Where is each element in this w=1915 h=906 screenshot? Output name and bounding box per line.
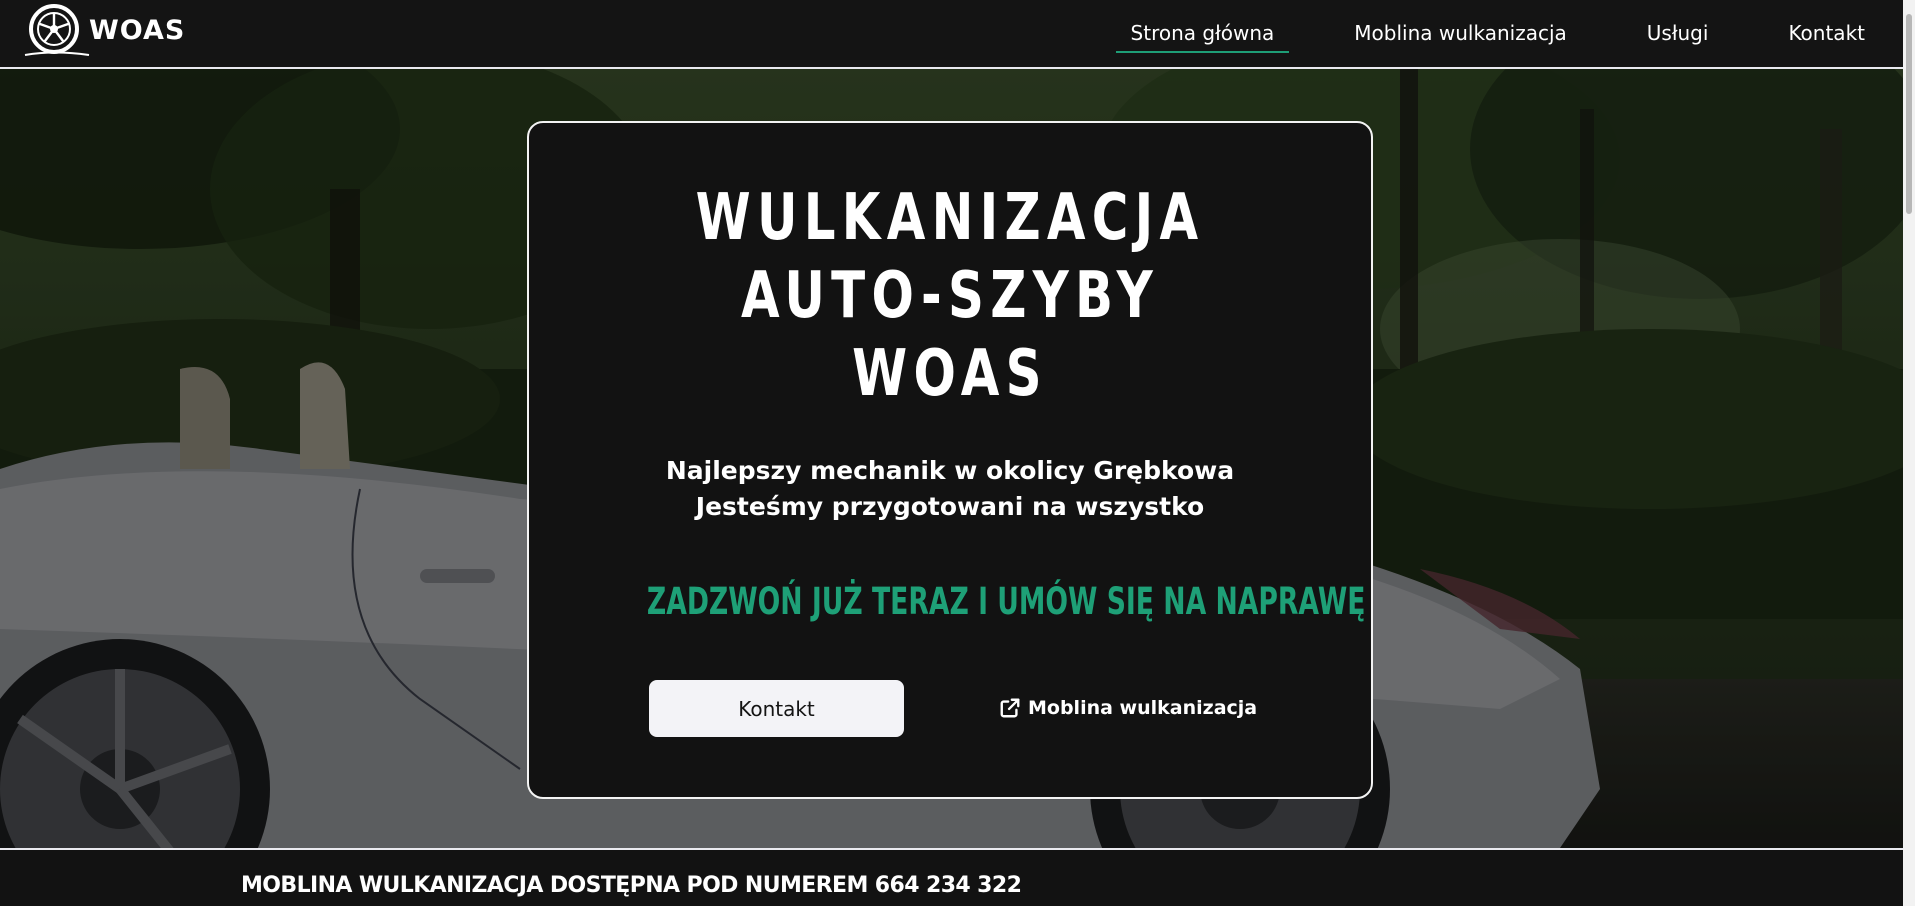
logo-text: WOAS — [89, 14, 186, 46]
external-link-icon — [1000, 698, 1020, 718]
page-scrollbar[interactable] — [1903, 0, 1915, 906]
nav-link-mobile-tire-service[interactable]: Moblina wulkanizacja — [1354, 0, 1566, 66]
logo-link[interactable]: WOAS — [21, 2, 185, 58]
scrollbar-thumb[interactable] — [1906, 14, 1912, 214]
hero-title-line: WULKANIZACJA — [695, 181, 1205, 255]
hero-title-line: WOAS — [852, 337, 1048, 411]
hero-title: WULKANIZACJA AUTO-SZYBY WOAS — [622, 179, 1279, 413]
hero-subtitle-line: Najlepszy mechanik w okolicy Grębkowa — [665, 456, 1235, 485]
info-bar: MOBLINA WULKANIZACJA DOSTĘPNA POD NUMERE… — [0, 848, 1903, 906]
hero-subtitle: Najlepszy mechanik w okolicy Grębkowa Je… — [529, 453, 1371, 525]
hero-card: WULKANIZACJA AUTO-SZYBY WOAS Najlepszy m… — [527, 121, 1373, 799]
hero-section: WULKANIZACJA AUTO-SZYBY WOAS Najlepszy m… — [0, 69, 1903, 848]
tire-logo-icon — [24, 4, 90, 56]
mobile-tire-service-link[interactable]: Moblina wulkanizacja — [999, 689, 1257, 727]
navbar: WOAS Strona główna Moblina wulkanizacja … — [0, 0, 1903, 69]
hero-subtitle-line: Jesteśmy przygotowani na wszystko — [695, 492, 1205, 521]
call-to-action-text: ZADZWOŃ JUŻ TERAZ I UMÓW SIĘ NA NAPRAWĘ — [646, 580, 1366, 623]
nav-link-services[interactable]: Usługi — [1647, 0, 1709, 66]
mobile-tire-service-link-label: Moblina wulkanizacja — [1028, 697, 1258, 719]
nav-link-contact[interactable]: Kontakt — [1788, 0, 1865, 66]
nav-link-home[interactable]: Strona główna — [1115, 0, 1290, 66]
contact-button[interactable]: Kontakt — [649, 680, 904, 737]
mobile-service-phone-notice: MOBLINA WULKANIZACJA DOSTĘPNA POD NUMERE… — [241, 873, 1022, 898]
main-nav: Strona główna Moblina wulkanizacja Usług… — [1051, 0, 1865, 66]
hero-title-line: AUTO-SZYBY — [741, 259, 1159, 333]
